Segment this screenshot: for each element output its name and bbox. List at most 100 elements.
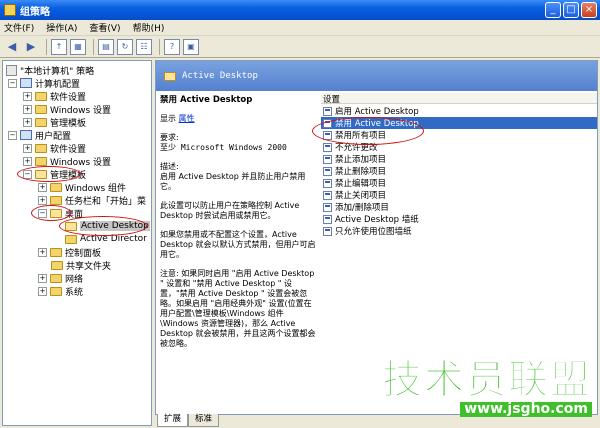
back-arrow-icon[interactable]: ◀ <box>4 39 20 55</box>
folder-open-icon <box>164 71 176 81</box>
up-folder-icon[interactable]: ↑ <box>51 38 67 55</box>
folder-icon <box>50 286 62 296</box>
requirements-value: 至少 Microsoft Windows 2000 <box>160 143 287 152</box>
menu-file[interactable]: 文件(F) <box>4 21 34 34</box>
setting-item[interactable]: 禁止添加项目 <box>321 153 597 165</box>
collapse-icon[interactable]: − <box>23 169 32 179</box>
folder-icon <box>35 91 47 101</box>
collapse-icon[interactable]: − <box>38 208 47 218</box>
help-icon[interactable]: ? <box>164 38 180 55</box>
minimize-button[interactable]: _ <box>545 2 561 18</box>
title-bar: 组策略 _ □ × <box>0 0 600 20</box>
description-paragraph: 此设置可以防止用户在策略控制 Active Desktop 时尝试启用或禁用它。 <box>160 201 300 220</box>
folder-icon <box>35 143 47 153</box>
tree-item-computer-config[interactable]: − 计算机配置 <box>8 77 80 90</box>
properties-icon[interactable]: ▤ <box>98 38 114 55</box>
tree-item-control-panel[interactable]: + 控制面板 <box>38 246 101 259</box>
properties-link[interactable]: 属性 <box>179 114 195 123</box>
menu-action[interactable]: 操作(A) <box>46 21 77 34</box>
collapse-icon[interactable]: − <box>8 78 17 88</box>
close-button[interactable]: × <box>581 2 597 18</box>
setting-item[interactable]: 添加/删除项目 <box>321 201 597 213</box>
setting-description: 禁用 Active Desktop 显示 属性 要求: 至少 Microsoft… <box>160 95 316 413</box>
expand-icon[interactable]: + <box>23 143 32 153</box>
details-header: Active Desktop <box>156 61 597 91</box>
setting-item[interactable]: Active Desktop 墙纸 <box>321 213 597 225</box>
policy-setting-icon <box>323 190 332 200</box>
setting-item[interactable]: 禁用 Active Desktop <box>321 117 597 129</box>
folder-open-icon <box>50 208 62 218</box>
toolbar-separator <box>159 38 160 55</box>
folder-icon <box>51 260 63 270</box>
setting-item[interactable]: 启用 Active Desktop <box>321 105 597 117</box>
folder-icon <box>50 247 62 257</box>
menu-help[interactable]: 帮助(H) <box>133 21 165 34</box>
description-block: 描述: 启用 Active Desktop 并且防止用户禁用它。 <box>160 162 316 192</box>
tree-pane[interactable]: "本地计算机" 策略 − 计算机配置 + 软件设置 + Windows 设置 +… <box>2 60 152 426</box>
tree-item-taskbar-start[interactable]: + 任务栏和「开始」菜 <box>38 194 146 207</box>
folder-open-icon <box>35 169 47 179</box>
tree-item-windows-settings[interactable]: + Windows 设置 <box>23 155 111 168</box>
show-hide-tree-icon[interactable]: ▦ <box>70 38 86 55</box>
tree-item-software-settings[interactable]: + 软件设置 <box>23 90 86 103</box>
policy-setting-icon <box>323 142 332 152</box>
policy-setting-icon <box>323 202 332 212</box>
setting-item[interactable]: 禁止删除项目 <box>321 165 597 177</box>
settings-column-header[interactable]: 设置 <box>321 93 597 105</box>
tree-item-shared-folders[interactable]: 共享文件夹 <box>51 259 111 272</box>
setting-item[interactable]: 只允许使用位图墙纸 <box>321 225 597 237</box>
menu-view[interactable]: 查看(V) <box>89 21 120 34</box>
expand-icon[interactable]: + <box>38 247 47 257</box>
refresh-icon[interactable]: ↻ <box>117 38 133 55</box>
expand-icon[interactable]: + <box>38 182 47 192</box>
expand-icon[interactable]: + <box>23 104 32 114</box>
tree-item-admin-templates[interactable]: + 管理模板 <box>23 116 86 129</box>
tree-item-system[interactable]: + 系统 <box>38 285 83 298</box>
tree-item-windows-settings[interactable]: + Windows 设置 <box>23 103 111 116</box>
policy-document-icon <box>6 64 17 76</box>
tree-item-network[interactable]: + 网络 <box>38 272 83 285</box>
setting-item[interactable]: 不允许更改 <box>321 141 597 153</box>
folder-icon <box>50 182 62 192</box>
setting-item[interactable]: 禁止关闭项目 <box>321 189 597 201</box>
setting-item[interactable]: 禁止编辑项目 <box>321 177 597 189</box>
computer-icon <box>20 78 32 88</box>
policy-setting-icon <box>323 106 332 116</box>
tree-item-desktop[interactable]: − 桌面 <box>38 207 83 220</box>
tree-item-local-policy[interactable]: "本地计算机" 策略 <box>6 64 94 77</box>
description-heading: 禁用 Active Desktop <box>160 95 253 105</box>
expand-icon[interactable]: + <box>23 91 32 101</box>
maximize-button[interactable]: □ <box>563 2 579 18</box>
toolbar-separator <box>93 38 94 55</box>
expand-icon[interactable]: + <box>38 273 47 283</box>
collapse-icon[interactable]: − <box>8 130 17 140</box>
export-list-icon[interactable]: ☷ <box>136 38 152 55</box>
forward-arrow-icon[interactable]: ▶ <box>23 39 39 55</box>
policy-setting-icon <box>323 154 332 164</box>
expand-icon[interactable]: + <box>23 117 32 127</box>
tree-item-active-desktop[interactable]: Active Desktop <box>65 220 150 232</box>
tree-item-windows-components[interactable]: + Windows 组件 <box>38 181 126 194</box>
expand-icon[interactable]: + <box>38 286 47 296</box>
tree-item-admin-templates[interactable]: − 管理模板 <box>23 168 86 181</box>
description-paragraph: 如果您禁用或不配置这个设置，Active Desktop 就会以默认方式禁用，但… <box>160 230 316 259</box>
policy-setting-icon <box>323 214 332 224</box>
site-watermark: 技术员联盟 www.jsgho.com <box>382 358 592 417</box>
policy-setting-icon <box>323 166 332 176</box>
help-topics-icon[interactable]: ▣ <box>183 38 199 55</box>
show-properties-line: 显示 属性 <box>160 114 316 124</box>
tree-item-software-settings[interactable]: + 软件设置 <box>23 142 86 155</box>
watermark-logo-text: 技术员联盟 <box>382 357 592 403</box>
group-policy-app-icon <box>4 4 16 16</box>
tree-item-user-config[interactable]: − 用户配置 <box>8 129 71 142</box>
expand-icon[interactable]: + <box>38 195 47 205</box>
expand-icon[interactable]: + <box>23 156 32 166</box>
tab-standard[interactable]: 标准 <box>188 414 220 427</box>
policy-setting-icon <box>323 178 332 188</box>
description-label: 描述: <box>160 162 179 171</box>
view-tabs: 扩展 标准 <box>157 414 220 427</box>
tab-extended[interactable]: 扩展 <box>157 414 189 427</box>
tree-item-active-directory[interactable]: Active Director <box>65 233 147 245</box>
folder-icon <box>65 234 77 244</box>
setting-item[interactable]: 禁用所有项目 <box>321 129 597 141</box>
